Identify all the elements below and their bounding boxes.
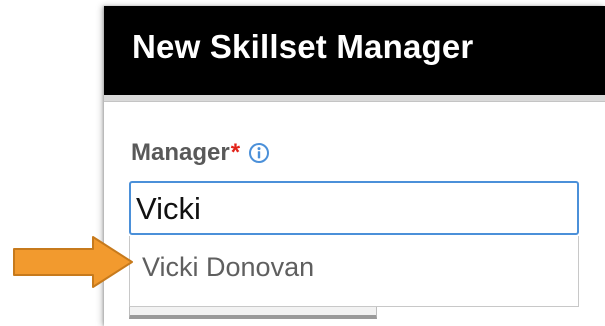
suggestion-label: Vicki Donovan xyxy=(142,252,315,282)
screenshot-stage: New Skillset Manager Manager * Vicki Don… xyxy=(0,0,605,326)
header-divider xyxy=(104,95,605,102)
suggestion-item-vicki-donovan[interactable]: Vicki Donovan xyxy=(130,236,578,306)
required-asterisk: * xyxy=(230,139,241,166)
dialog-header: New Skillset Manager xyxy=(104,6,605,95)
right-arrow-icon xyxy=(13,236,133,288)
manager-input[interactable] xyxy=(129,181,579,235)
dialog-title: New Skillset Manager xyxy=(132,28,474,65)
manager-label-text: Manager xyxy=(131,139,230,166)
underlying-control xyxy=(129,307,377,319)
manager-suggestion-list: Vicki Donovan xyxy=(129,236,579,307)
manager-field-label: Manager * xyxy=(131,139,270,167)
info-circle-icon[interactable] xyxy=(248,142,270,164)
new-skillset-manager-dialog: New Skillset Manager Manager * Vicki Don… xyxy=(104,6,605,326)
